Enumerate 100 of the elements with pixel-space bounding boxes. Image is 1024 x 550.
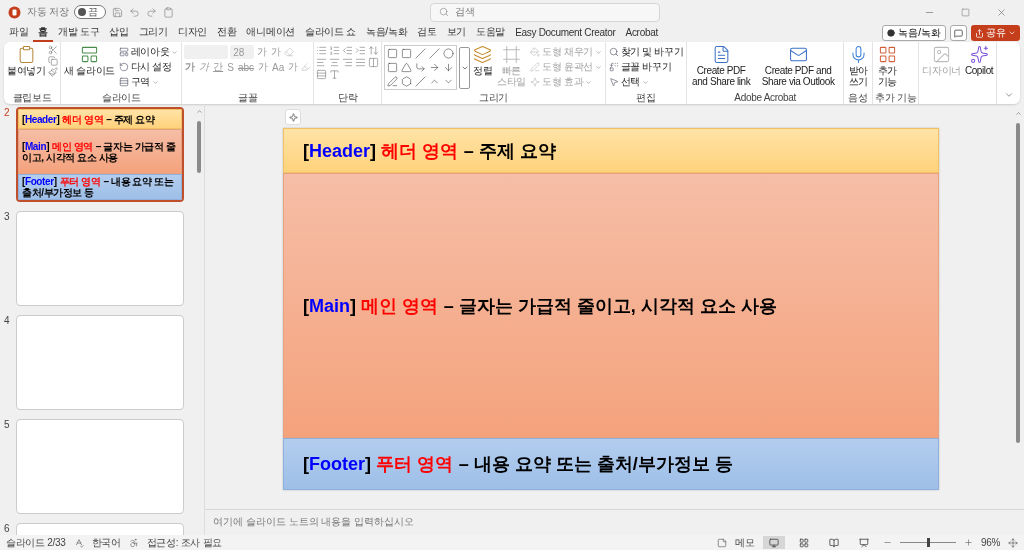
add-ins-button[interactable]: 추가 기능 bbox=[875, 45, 900, 87]
text-direction-icon[interactable] bbox=[368, 45, 380, 56]
create-pdf-outlook-button[interactable]: Create PDF and Share via Outlook bbox=[755, 45, 842, 87]
menu-tab[interactable]: 애니메이션 bbox=[241, 24, 300, 42]
shape-icon[interactable] bbox=[415, 76, 427, 87]
replace-fonts-button[interactable]: 글꼴 바꾸기 bbox=[607, 60, 685, 74]
shape-icon[interactable] bbox=[401, 62, 413, 73]
menu-tab[interactable]: Easy Document Creator bbox=[510, 24, 621, 42]
indent-decrease-icon[interactable] bbox=[342, 45, 354, 56]
shape-icon[interactable] bbox=[429, 62, 441, 73]
search-field[interactable]: 검색 bbox=[430, 2, 661, 22]
menu-tab[interactable]: 보기 bbox=[441, 24, 471, 42]
shape-icon[interactable] bbox=[443, 62, 455, 73]
menu-tab[interactable]: 파일 bbox=[4, 24, 34, 42]
cut-icon[interactable] bbox=[48, 45, 59, 55]
dictate-button[interactable]: 받아쓰기 bbox=[846, 45, 871, 87]
paste-button[interactable]: 붙여넣기 bbox=[6, 45, 47, 76]
shape-fill-icon bbox=[530, 47, 541, 57]
select-button[interactable]: 선택 bbox=[607, 75, 685, 89]
create-pdf-link-button[interactable]: Create PDF and Share link bbox=[689, 45, 754, 87]
shape-icon[interactable] bbox=[401, 48, 413, 59]
shape-icon[interactable] bbox=[387, 48, 399, 59]
slide-thumbnail[interactable] bbox=[16, 315, 184, 410]
layout-button[interactable]: 레이아웃 bbox=[117, 45, 180, 59]
group-label: 글꼴 bbox=[238, 92, 258, 104]
format-painter-icon[interactable] bbox=[48, 67, 59, 77]
menu-tab[interactable]: 디자인 bbox=[172, 24, 212, 42]
view-button[interactable] bbox=[762, 536, 785, 549]
align-left-icon[interactable] bbox=[316, 57, 328, 68]
language-label[interactable]: 한국어 bbox=[91, 535, 121, 550]
shape-icon[interactable] bbox=[401, 76, 413, 87]
menu-tab[interactable]: 그리기 bbox=[133, 24, 173, 42]
designer-tool-button[interactable] bbox=[285, 109, 301, 125]
find-replace-button[interactable]: 찾기 및 바꾸기 bbox=[607, 45, 685, 59]
shape-icon[interactable] bbox=[415, 48, 427, 59]
fit-slide-icon[interactable] bbox=[1008, 537, 1018, 548]
spellcheck-icon[interactable] bbox=[73, 537, 84, 548]
comments-button[interactable] bbox=[950, 25, 967, 41]
menu-tab[interactable]: 전환 bbox=[212, 24, 242, 42]
indent-increase-icon[interactable] bbox=[355, 45, 367, 56]
notes-toggle[interactable]: 메모 bbox=[735, 535, 755, 550]
maximize-icon[interactable] bbox=[960, 7, 970, 17]
shape-icon[interactable] bbox=[387, 76, 399, 87]
slide-number: 4 bbox=[4, 315, 11, 326]
bullets-icon[interactable] bbox=[316, 45, 328, 56]
collapse-ribbon-icon[interactable] bbox=[1004, 90, 1014, 100]
menu-tab[interactable]: 삽입 bbox=[104, 24, 134, 42]
line-spacing-icon[interactable] bbox=[316, 69, 328, 80]
autosave-toggle[interactable]: 끔 bbox=[74, 5, 107, 19]
accessibility-icon[interactable] bbox=[128, 537, 139, 548]
align-center-icon[interactable] bbox=[329, 57, 341, 68]
new-slide-button[interactable]: 새 슬라이드 bbox=[63, 45, 116, 76]
clipboard-icon[interactable] bbox=[163, 6, 175, 18]
shape-icon[interactable] bbox=[429, 48, 441, 59]
numbering-icon[interactable] bbox=[329, 45, 341, 56]
share-icon bbox=[975, 28, 984, 38]
close-icon[interactable] bbox=[995, 6, 1007, 18]
save-icon[interactable] bbox=[112, 6, 124, 18]
scroll-up-icon[interactable] bbox=[195, 108, 203, 115]
menu-tab[interactable]: 도움말 bbox=[471, 24, 511, 42]
slide-number: 6 bbox=[4, 523, 11, 534]
menu-tab[interactable]: Acrobat bbox=[620, 24, 663, 42]
notes-icon[interactable] bbox=[717, 537, 728, 548]
zoom-in-icon[interactable] bbox=[963, 538, 973, 547]
create-pdf-outlook-icon bbox=[788, 45, 808, 64]
slide-thumbnail[interactable]: [Header] 헤더 영역 – 주제 요약 [Main] 메인 영역 – 글자는 가급적 줄이고, 시각적 요소 사용 [Footer] 푸터 영역 – 내용 요약 또는 출처/부가정보 등 bbox=[16, 107, 184, 202]
app-logo-icon bbox=[8, 5, 21, 19]
group-label: 슬라이드 bbox=[101, 92, 141, 104]
scroll-up-icon[interactable] bbox=[1014, 110, 1022, 117]
redo-icon[interactable] bbox=[146, 6, 158, 18]
copilot-button[interactable]: Copilot bbox=[963, 45, 995, 76]
zoom-thumb[interactable] bbox=[926, 538, 930, 547]
comment-icon bbox=[954, 28, 963, 38]
shape-icon[interactable] bbox=[415, 62, 427, 73]
slide-thumbnail[interactable] bbox=[16, 419, 184, 514]
shape-gallery[interactable] bbox=[384, 45, 458, 90]
align-right-icon[interactable] bbox=[342, 57, 354, 68]
shape-icon[interactable] bbox=[387, 62, 399, 73]
justify-icon[interactable] bbox=[355, 57, 367, 68]
zoom-level[interactable]: 96% bbox=[980, 537, 1000, 548]
reset-button[interactable]: 다시 설정 bbox=[117, 60, 180, 74]
record-button[interactable]: 녹음/녹화 bbox=[882, 25, 946, 41]
slide-text: [Header] 헤더 영역 – 주제 요약 bbox=[303, 139, 556, 162]
shape-icon[interactable] bbox=[443, 48, 455, 59]
align-text-icon[interactable] bbox=[329, 69, 341, 80]
menu-tab[interactable]: 녹음/녹화 bbox=[360, 24, 413, 42]
menu-tab[interactable]: 슬라이드 쇼 bbox=[299, 24, 361, 42]
accessibility-status[interactable]: 접근성: 조사 필요 bbox=[146, 535, 222, 550]
menu-tab[interactable]: 검토 bbox=[412, 24, 442, 42]
columns-icon[interactable] bbox=[368, 57, 380, 68]
undo-icon[interactable] bbox=[129, 6, 141, 18]
arrange-button[interactable]: 정렬 bbox=[472, 45, 494, 76]
slide-text: [Footer] 푸터 영역 – 내용 요약 또는 출처/부가정보 등 bbox=[303, 452, 733, 475]
slide-thumbnail[interactable] bbox=[16, 211, 184, 306]
share-button[interactable]: 공유 bbox=[971, 25, 1020, 41]
gallery-more-button[interactable] bbox=[459, 46, 471, 89]
menu-tab[interactable]: 개발 도구 bbox=[53, 24, 105, 42]
group-label: 그리기 bbox=[478, 92, 509, 104]
copy-icon[interactable] bbox=[48, 56, 59, 66]
section-button[interactable]: 구역 bbox=[117, 75, 180, 89]
